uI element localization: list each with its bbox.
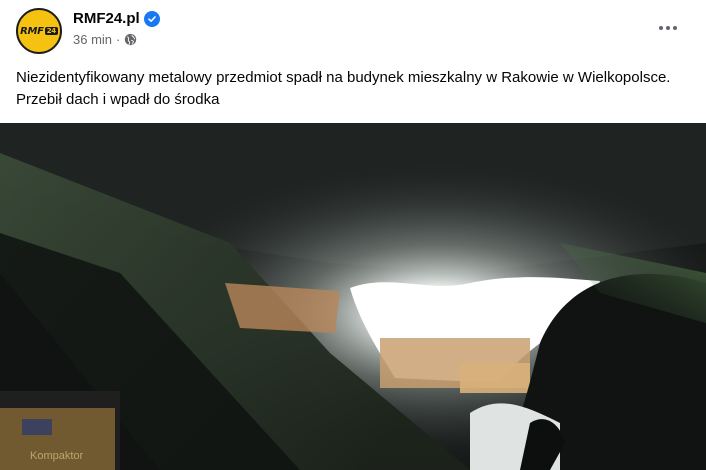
post-photo[interactable]: Kompaktor (0, 123, 706, 470)
page-name-link[interactable]: RMF24.pl (73, 10, 160, 27)
globe-icon[interactable] (124, 33, 137, 46)
post-meta: 36 min · (73, 32, 137, 47)
more-dot (673, 26, 677, 30)
avatar-logo-text: RMF (20, 25, 44, 37)
post-card: RMF 24 RMF24.pl 36 min · Niezidentyfikow… (0, 0, 706, 470)
avatar-logo-badge: 24 (44, 27, 58, 35)
verified-badge-icon (143, 10, 160, 27)
post-caption: Niezidentyfikowany metalowy przedmiot sp… (16, 69, 671, 108)
post-header: RMF 24 RMF24.pl 36 min · (16, 8, 696, 58)
page-name[interactable]: RMF24.pl (73, 10, 140, 27)
meta-separator: · (116, 32, 121, 47)
more-dot (666, 26, 670, 30)
photo-roof-hole: Kompaktor (0, 123, 706, 470)
page-avatar[interactable]: RMF 24 (16, 8, 62, 54)
more-options-icon[interactable] (650, 14, 686, 42)
photo-box-label: Kompaktor (30, 450, 84, 462)
avatar-logo: RMF 24 (20, 26, 58, 37)
more-dot (659, 26, 663, 30)
post-timestamp[interactable]: 36 min (73, 32, 112, 47)
